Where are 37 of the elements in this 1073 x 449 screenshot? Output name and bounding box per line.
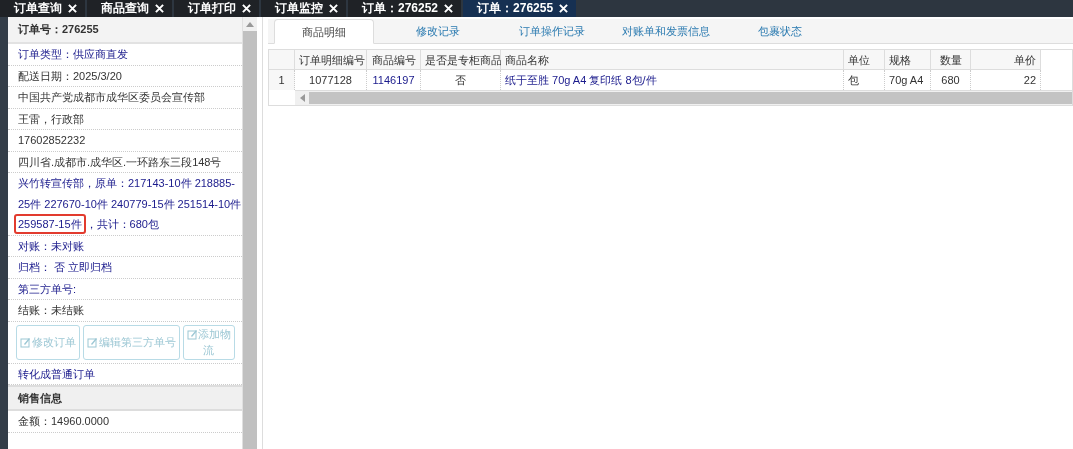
close-icon[interactable] — [68, 4, 77, 13]
detail-tab[interactable]: 修改记录 — [388, 19, 488, 43]
column-header: 单位 — [844, 50, 885, 70]
row-number: 1 — [269, 70, 295, 90]
close-icon[interactable] — [559, 4, 569, 13]
page-tab[interactable]: 商品查询 — [87, 0, 172, 17]
order-number-header: 订单号：276255 — [7, 17, 243, 44]
highlighted-note-text: 259587-15件 — [13, 214, 86, 234]
column-header: 商品编号 — [367, 50, 421, 70]
detail-tab[interactable]: 商品明细 — [274, 19, 374, 44]
vertical-scrollbar[interactable] — [242, 17, 258, 449]
detail-tab[interactable]: 对账单和发票信息 — [616, 19, 716, 43]
column-header: 是否是专柜商品 — [421, 50, 501, 70]
edit-icon — [86, 336, 98, 348]
section-header: 销售信息 — [7, 385, 243, 411]
column-header: 商品名称 — [501, 50, 844, 70]
page-tab[interactable]: 订单：276255 — [463, 0, 577, 17]
note-text: ，共计：680包 — [85, 218, 159, 230]
page-tab[interactable]: 订单监控 — [261, 0, 346, 17]
horizontal-scrollbar[interactable] — [295, 90, 1072, 105]
close-icon[interactable] — [242, 4, 251, 13]
edit-icon — [186, 328, 198, 340]
note-text: 25件 227670-10件 240779-15件 251514-10件 — [17, 197, 242, 210]
detail-tab[interactable]: 订单操作记录 — [502, 19, 602, 43]
column-header: 规格 — [885, 50, 931, 70]
note-text: 兴竹转宣传部，原单：217143-10件 218885- — [17, 177, 235, 189]
detail-tab[interactable]: 包裹状态 — [730, 19, 830, 43]
close-icon[interactable] — [155, 4, 164, 13]
column-header: 单价 — [971, 50, 1041, 70]
close-icon[interactable] — [329, 4, 338, 13]
page-tab[interactable]: 订单：276252 — [348, 0, 462, 17]
close-icon[interactable] — [444, 4, 454, 13]
page-tab[interactable]: 订单打印 — [174, 0, 259, 17]
edit-icon — [19, 336, 31, 348]
page-tab[interactable]: 订单查询 — [0, 0, 85, 17]
column-header: 订单明细编号 — [295, 50, 367, 70]
column-header: 数量 — [931, 50, 971, 70]
